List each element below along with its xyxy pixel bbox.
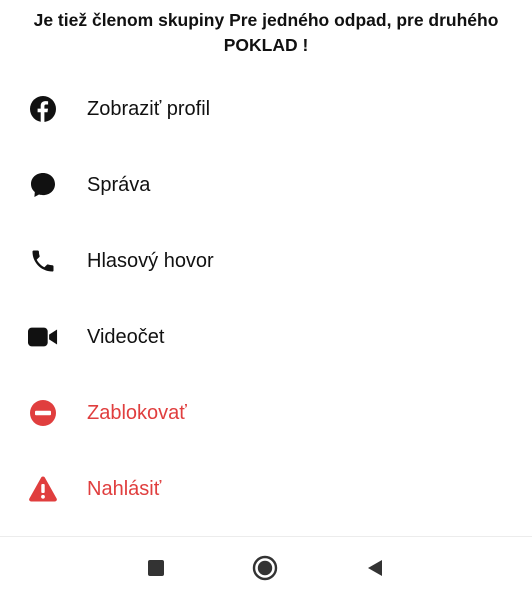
back-icon xyxy=(365,558,385,583)
menu-item-label: Správa xyxy=(87,173,151,196)
menu-item-label: Nahlásiť xyxy=(87,477,162,500)
menu-item-label: Videočet xyxy=(87,325,165,348)
block-icon xyxy=(28,398,58,428)
phone-icon xyxy=(28,246,58,276)
sheet-title: Je tiež členom skupiny Pre jedného odpad… xyxy=(33,10,499,55)
message-bubble-icon xyxy=(28,170,58,200)
home-icon xyxy=(252,555,278,586)
video-camera-icon xyxy=(28,322,58,352)
menu-item-view-profile[interactable]: Zobraziť profil xyxy=(0,79,532,139)
recent-apps-button[interactable] xyxy=(143,557,169,583)
profile-options-sheet: Je tiež členom skupiny Pre jedného odpad… xyxy=(0,0,532,600)
recent-apps-icon xyxy=(147,559,165,582)
warning-icon xyxy=(28,474,58,504)
menu-item-message[interactable]: Správa xyxy=(0,155,532,215)
menu-item-label: Hlasový hovor xyxy=(87,249,214,272)
facebook-icon xyxy=(28,94,58,124)
menu-item-report[interactable]: Nahlásiť xyxy=(0,459,532,519)
menu-item-video-chat[interactable]: Videočet xyxy=(0,307,532,367)
system-navigation-bar xyxy=(0,536,532,600)
menu-item-block[interactable]: Zablokovať xyxy=(0,383,532,443)
home-button[interactable] xyxy=(252,555,278,586)
menu-item-label: Zobraziť profil xyxy=(87,97,211,120)
back-button[interactable] xyxy=(362,557,388,583)
menu-item-voice-call[interactable]: Hlasový hovor xyxy=(0,231,532,291)
menu-item-label: Zablokovať xyxy=(87,401,187,424)
